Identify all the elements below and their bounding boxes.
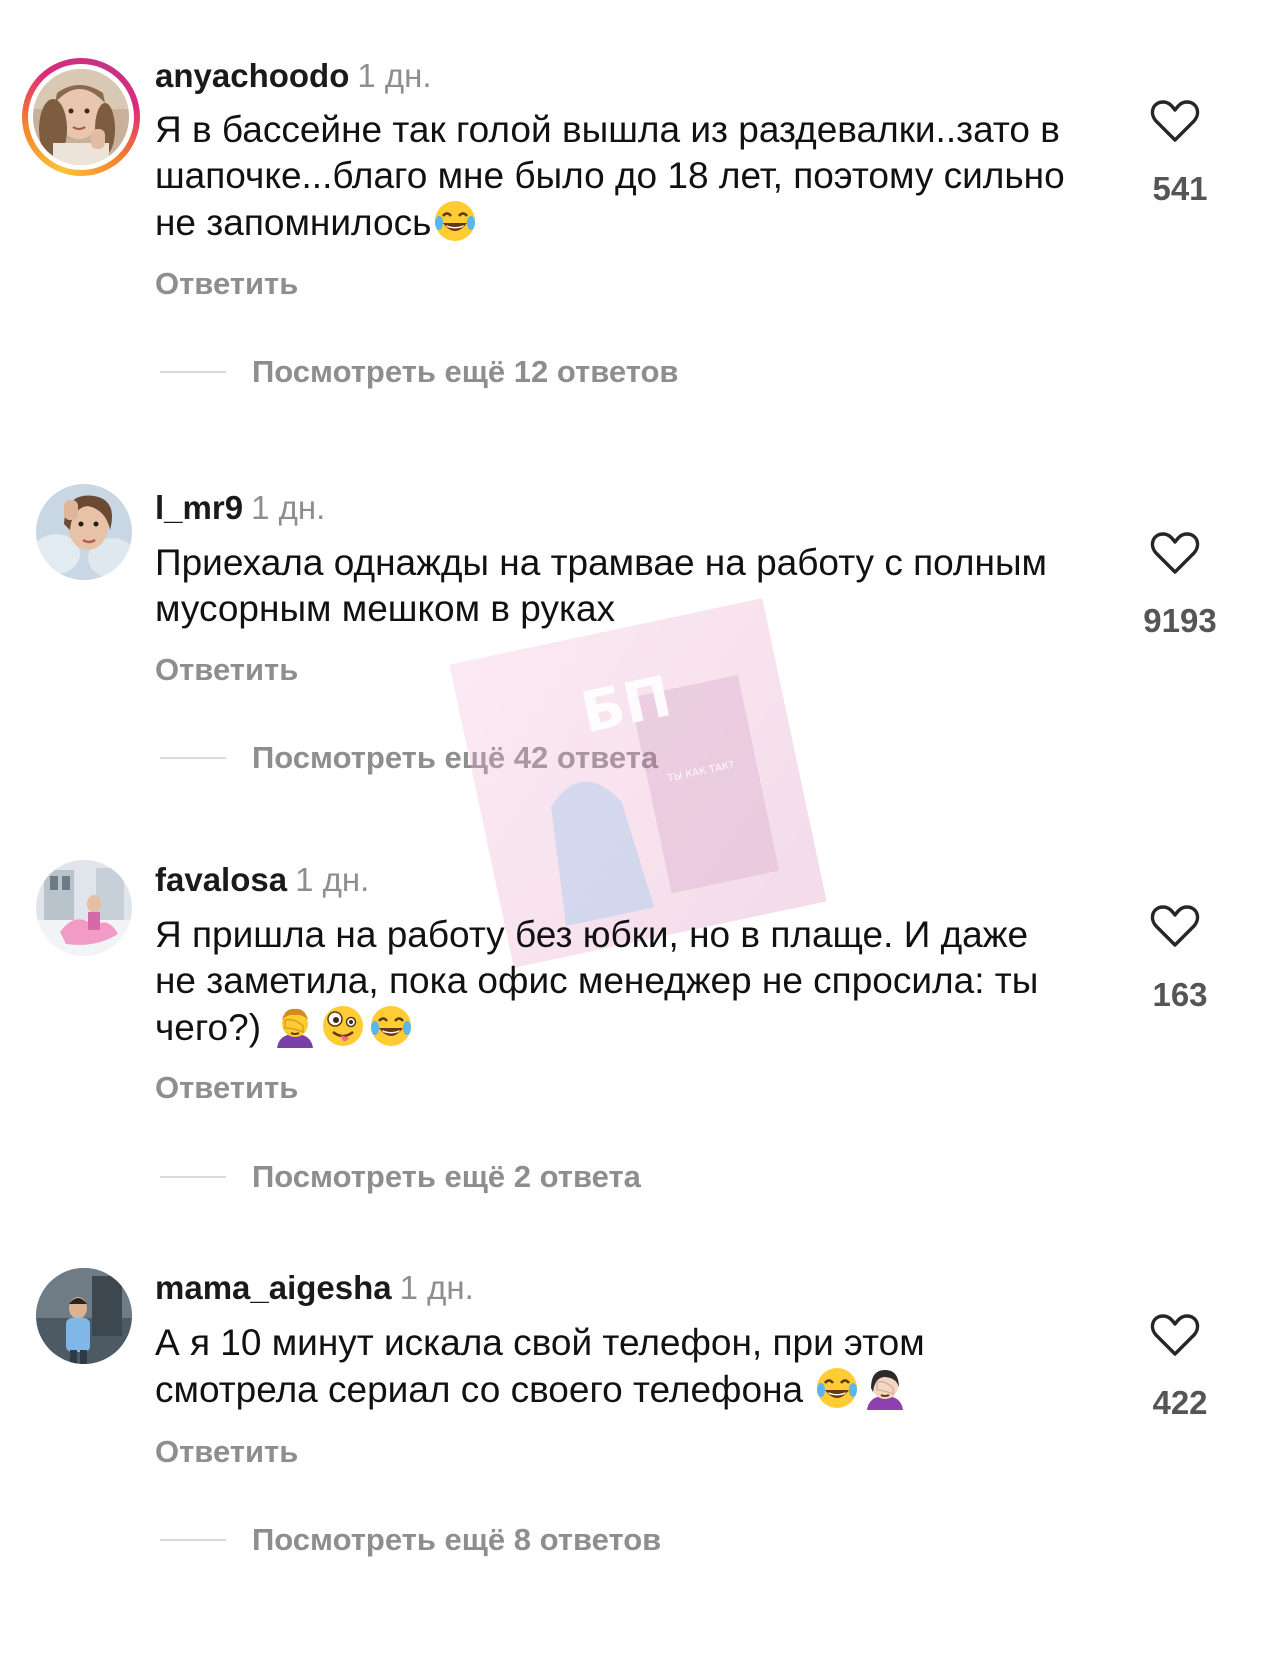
watermark-logo-text: БП [576, 664, 677, 746]
timestamp: 1 дн. [357, 57, 432, 94]
divider-line [160, 371, 226, 373]
person-facepalming-icon [273, 1004, 317, 1048]
comment-meta: anyachoodo 1 дн. [155, 56, 432, 96]
watermark-sign-text: ТЫ КАК ТАК? [666, 760, 735, 785]
reply-button[interactable]: Ответить [155, 652, 298, 688]
like-count: 163 [1152, 976, 1208, 1013]
face-with-tears-of-joy-icon [433, 199, 477, 243]
comment-text: А я 10 минут искала свой телефон, при эт… [155, 1320, 1075, 1413]
view-more-replies-label: Посмотреть ещё 2 ответа [252, 1159, 641, 1194]
reply-button[interactable]: Ответить [155, 1070, 298, 1106]
avatar[interactable] [36, 860, 132, 956]
comment-meta: mama_aigesha 1 дн. [155, 1268, 474, 1308]
zany-face-icon [321, 1004, 365, 1048]
divider-line [160, 1176, 226, 1178]
comment-body: А я 10 минут искала свой телефон, при эт… [155, 1322, 925, 1410]
like-count: 422 [1152, 1384, 1208, 1421]
comment-meta: l_mr9 1 дн. [155, 488, 325, 528]
comment-body: Приехала однажды на трамвае на работу с … [155, 542, 1047, 629]
like-count: 9193 [1143, 602, 1217, 639]
person-facepalming-icon [863, 1366, 907, 1410]
comment-meta: favalosa 1 дн. [155, 860, 369, 900]
face-with-tears-of-joy-icon [369, 1004, 413, 1048]
username[interactable]: mama_aigesha [155, 1269, 392, 1306]
timestamp: 1 дн. [399, 1269, 474, 1306]
heart-outline-icon[interactable] [1150, 1312, 1210, 1364]
divider-line [160, 1539, 226, 1541]
avatar[interactable] [36, 1268, 132, 1364]
view-more-replies-label: Посмотреть ещё 12 ответов [252, 354, 679, 389]
comment-body: Я в бассейне так голой вышла из раздевал… [155, 109, 1065, 243]
divider-line [160, 757, 226, 759]
avatar-photo [33, 69, 129, 165]
like-count: 541 [1152, 170, 1208, 207]
heart-outline-icon[interactable] [1150, 530, 1210, 582]
timestamp: 1 дн. [251, 489, 326, 526]
reply-button[interactable]: Ответить [155, 1434, 298, 1470]
username[interactable]: favalosa [155, 861, 287, 898]
view-more-replies-label: Посмотреть ещё 42 ответа [252, 740, 659, 775]
reply-button[interactable]: Ответить [155, 266, 298, 302]
heart-outline-icon[interactable] [1150, 98, 1210, 150]
avatar[interactable] [36, 484, 132, 580]
comment-text: Я пришла на работу без юбки, но в плаще.… [155, 912, 1075, 1051]
view-more-replies-label: Посмотреть ещё 8 ответов [252, 1522, 662, 1557]
comment-text: Приехала однажды на трамвае на работу с … [155, 540, 1075, 632]
face-with-tears-of-joy-icon [815, 1366, 859, 1410]
heart-outline-icon[interactable] [1150, 903, 1210, 955]
avatar[interactable] [22, 58, 140, 176]
timestamp: 1 дн. [295, 861, 370, 898]
username[interactable]: anyachoodo [155, 57, 349, 94]
comment-text: Я в бассейне так голой вышла из раздевал… [155, 107, 1075, 246]
username[interactable]: l_mr9 [155, 489, 243, 526]
